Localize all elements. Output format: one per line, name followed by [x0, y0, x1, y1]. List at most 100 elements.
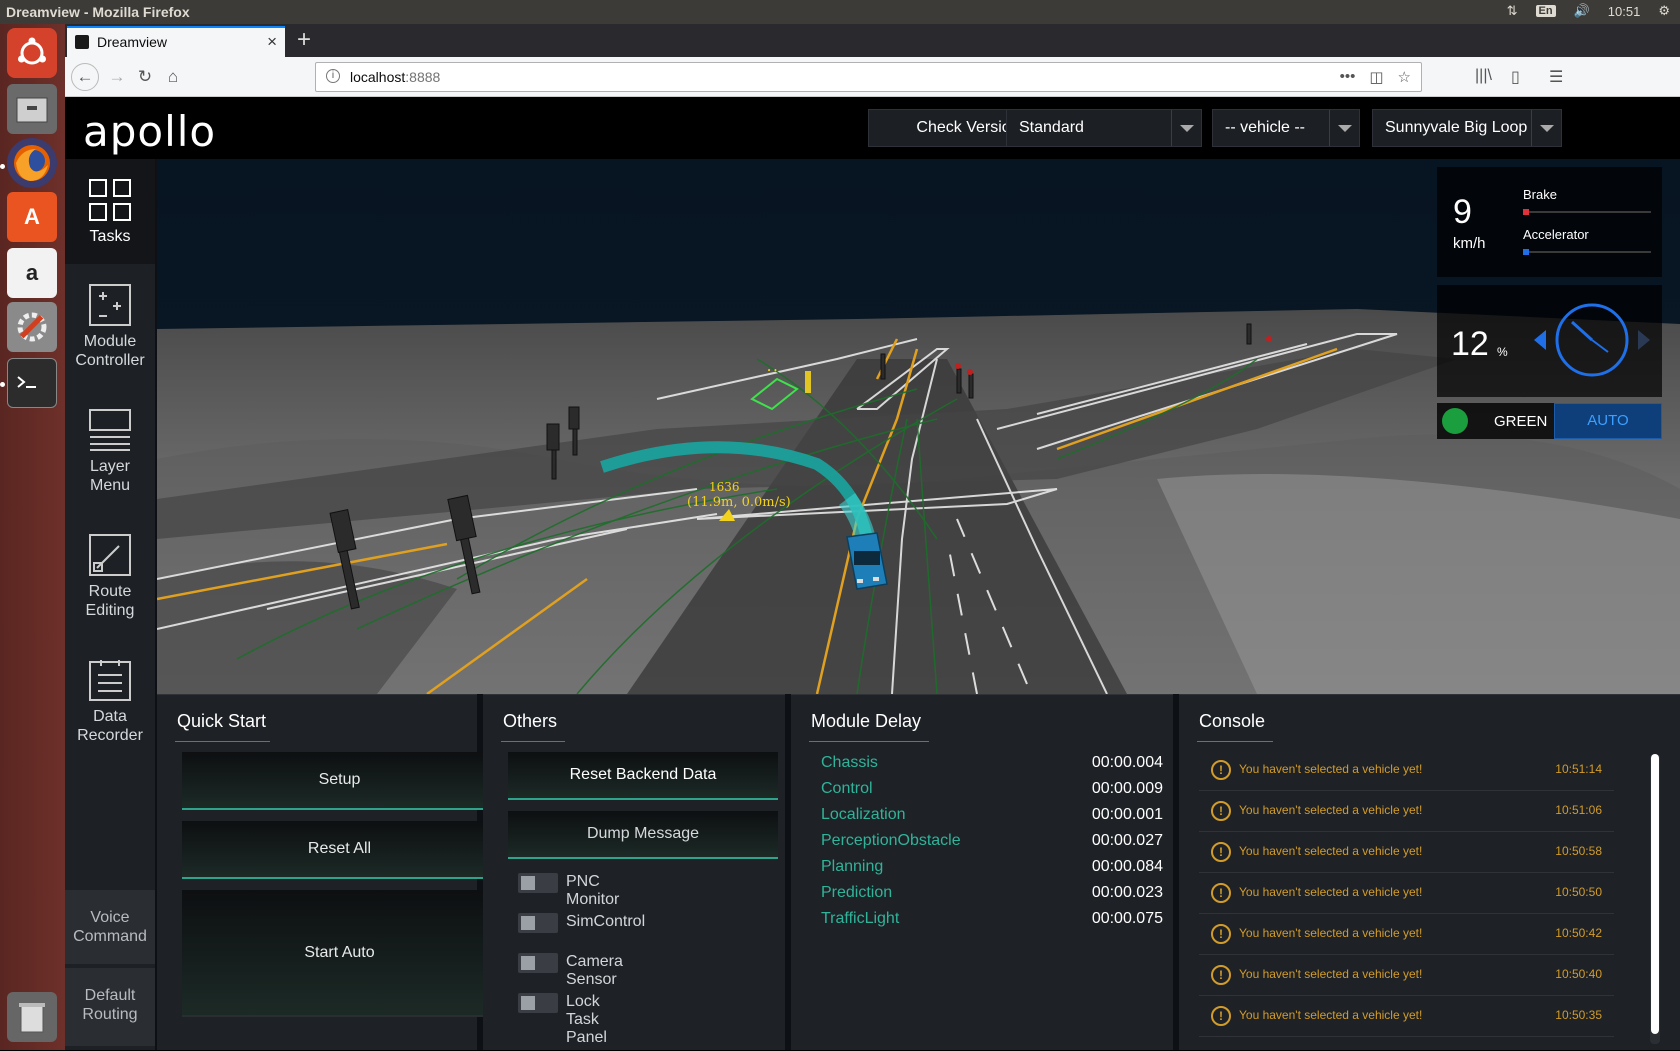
module-delay-value: 00:00.075 — [1091, 910, 1163, 927]
url-bar[interactable]: i localhost:8888 ••• ◫ ☆ — [315, 62, 1422, 92]
module-delay-row: Localization 00:00.001 — [821, 806, 1163, 830]
console-message: ! You haven't selected a vehicle yet! 10:5… — [1199, 832, 1614, 873]
module-delay-value: 00:00.027 — [1091, 832, 1163, 849]
camera-sensor-toggle[interactable] — [518, 953, 558, 973]
console-message-time: 10:51:14 — [1555, 762, 1602, 776]
console-message: ! You haven't selected a vehicle yet! 10:5… — [1199, 873, 1614, 914]
default-routing-button[interactable]: Default Routing — [65, 968, 155, 1046]
pnc-monitor-toggle[interactable] — [518, 873, 558, 893]
clock[interactable]: 10:51 — [1608, 4, 1641, 19]
traffic-light-indicator-icon — [1442, 408, 1468, 434]
toggle-label: SimControl — [566, 913, 646, 930]
steering-panel: 12 % — [1437, 285, 1662, 397]
drive-mode-label: AUTO — [1554, 403, 1662, 439]
mode-select[interactable]: Standard — [1006, 109, 1202, 147]
apollo-logo: apollo — [83, 107, 217, 156]
panel-title: Quick Start — [177, 711, 267, 731]
sidebar-item-module-controller[interactable]: Module Controller — [65, 284, 155, 394]
system-settings-icon[interactable] — [7, 302, 57, 352]
module-name: Prediction — [821, 884, 893, 901]
module-name: PerceptionObstacle — [821, 832, 961, 849]
sidebar-item-route-editing[interactable]: Route Editing — [65, 534, 155, 644]
site-info-icon[interactable]: i — [326, 69, 340, 83]
browser-tab-bar: Dreamview × + — [65, 24, 1680, 57]
amazon-icon[interactable]: a — [7, 248, 57, 298]
hamburger-menu-icon[interactable]: ☰ — [1549, 67, 1563, 87]
console-message-list[interactable]: ! You haven't selected a vehicle yet! 10:5… — [1199, 750, 1619, 1051]
console-message: ! You haven't selected a vehicle yet! 10:5… — [1199, 791, 1614, 832]
bookmark-star-icon[interactable]: ☆ — [1398, 68, 1411, 86]
console-scrollbar-thumb[interactable] — [1651, 754, 1659, 1034]
status-panel: GREEN AUTO — [1437, 403, 1662, 439]
console-message-text: You haven't selected a vehicle yet! — [1239, 762, 1423, 776]
pocket-icon[interactable]: ◫ — [1369, 68, 1383, 86]
title-underline — [1197, 741, 1273, 742]
library-icon[interactable]: |||\ — [1475, 67, 1492, 85]
firefox-icon[interactable] — [7, 138, 57, 188]
sidebar-item-label: Controller — [75, 352, 145, 369]
app-header: apollo Check Version Standard -- vehicle… — [65, 97, 1680, 159]
sidebar-item-data-recorder[interactable]: Data Recorder — [65, 659, 155, 769]
network-icon[interactable]: ⇅ — [1507, 3, 1518, 19]
steering-wheel-icon — [1534, 303, 1650, 377]
keyboard-layout-indicator[interactable]: En — [1535, 5, 1556, 17]
trash-icon[interactable] — [7, 992, 57, 1042]
voice-command-button[interactable]: Voice Command — [65, 890, 155, 964]
default-routing-label: Default — [84, 987, 136, 1004]
speed-value: 9 — [1453, 193, 1472, 231]
home-icon[interactable]: ⌂ — [161, 65, 185, 89]
simcontrol-toggle[interactable] — [518, 913, 558, 933]
url-text[interactable]: localhost:8888 — [350, 69, 440, 85]
browser-tab[interactable]: Dreamview × — [67, 26, 285, 57]
console-message-text: You haven't selected a vehicle yet! — [1239, 844, 1423, 858]
sidebar-item-layer-menu[interactable]: Layer Menu — [65, 409, 155, 519]
console-message-text: You haven't selected a vehicle yet! — [1239, 803, 1423, 817]
module-controller-icon — [89, 284, 131, 326]
page-actions-icon[interactable]: ••• — [1340, 68, 1356, 86]
console-message: ! You haven't selected a vehicle yet! 10:5… — [1199, 996, 1614, 1037]
dump-message-button[interactable]: Dump Message — [508, 811, 778, 859]
svg-text:• •: • • — [767, 367, 777, 375]
map-select[interactable]: Sunnyvale Big Loop — [1372, 109, 1562, 147]
setup-button[interactable]: Setup — [182, 752, 497, 810]
terminal-icon[interactable] — [7, 358, 57, 408]
running-indicator — [0, 382, 5, 387]
side-menu: Tasks Module Controller Layer Menu Route… — [65, 159, 155, 1050]
layer-menu-icon — [89, 409, 131, 451]
volume-icon[interactable]: 🔊 — [1574, 3, 1590, 19]
vehicle-select[interactable]: -- vehicle -- — [1212, 109, 1360, 147]
obstacle-info-label: (11.9m, 0.0m/s) — [687, 495, 791, 510]
console-message-time: 10:50:35 — [1555, 1008, 1602, 1022]
settings-gear-icon[interactable]: ⚙ — [1658, 3, 1670, 19]
brake-bar-fill — [1523, 209, 1529, 215]
tasks-grid-icon — [89, 179, 131, 221]
reload-icon[interactable]: ↻ — [133, 65, 157, 89]
forward-arrow-icon[interactable]: → — [105, 65, 129, 89]
lock-task-panel-toggle[interactable] — [518, 993, 558, 1013]
module-delay-panel: Module Delay Chassis 00:00.004 Control 00:… — [791, 694, 1173, 1050]
console-message: ! You haven't selected a vehicle yet! 10:5… — [1199, 750, 1614, 791]
software-center-icon[interactable]: A — [7, 192, 57, 242]
ubuntu-dash-icon[interactable] — [7, 28, 57, 78]
sidebar-toggle-icon[interactable]: ▯ — [1511, 67, 1520, 87]
start-auto-button[interactable]: Start Auto — [182, 890, 497, 1017]
console-message-text: You haven't selected a vehicle yet! — [1239, 926, 1423, 940]
module-delay-value: 00:00.004 — [1091, 754, 1163, 771]
module-delay-row: Control 00:00.009 — [821, 780, 1163, 804]
sidebar-item-tasks[interactable]: Tasks — [65, 159, 155, 264]
panel-title: Console — [1199, 711, 1266, 731]
title-underline — [175, 741, 270, 742]
accelerator-bar-fill — [1523, 249, 1529, 255]
files-icon[interactable] — [7, 84, 57, 134]
ubuntu-launcher: A a — [0, 24, 65, 1050]
module-delay-row: Chassis 00:00.004 — [821, 754, 1163, 778]
reset-all-button[interactable]: Reset All — [182, 821, 497, 879]
sidebar-item-label: Tasks — [89, 228, 131, 245]
steering-value: 12 — [1451, 325, 1489, 363]
reset-backend-data-button[interactable]: Reset Backend Data — [508, 752, 778, 800]
warning-icon: ! — [1211, 1006, 1231, 1026]
new-tab-button[interactable]: + — [297, 26, 311, 54]
back-arrow-icon[interactable]: ← — [71, 63, 99, 91]
console-scrollbar[interactable] — [1650, 754, 1660, 1044]
close-tab-icon[interactable]: × — [267, 32, 277, 52]
